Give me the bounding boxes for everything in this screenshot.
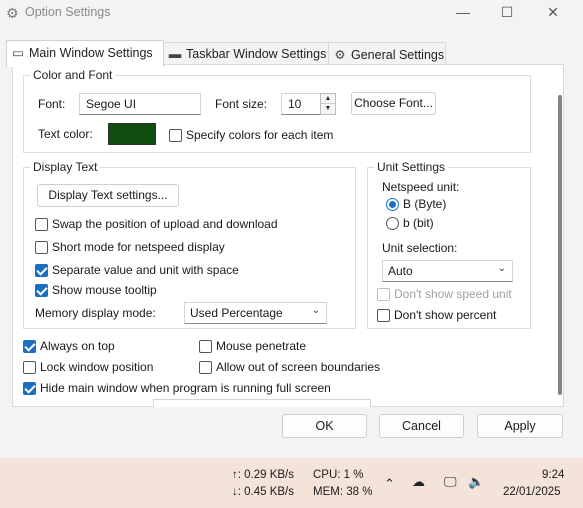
gear-icon: ⚙ [6, 5, 19, 21]
dont-show-speed-unit-checkbox[interactable]: Don't show speed unit [377, 286, 512, 302]
gear-icon: ⚙ [334, 48, 346, 62]
vertical-scrollbar[interactable] [558, 95, 562, 395]
lock-window-position-checkbox[interactable]: Lock window position [23, 359, 153, 375]
checkbox-box[interactable] [199, 339, 212, 353]
ok-button[interactable]: OK [282, 414, 367, 438]
maximize-button[interactable]: ☐ [484, 2, 530, 24]
radio-dot[interactable] [386, 197, 399, 211]
memory-usage: MEM: 38 % [313, 486, 373, 498]
tab-general-settings[interactable]: ⚙ General Settings [328, 42, 446, 66]
font-label: Font: [38, 97, 66, 111]
unit-byte-radio[interactable]: B (Byte) [386, 197, 446, 211]
cancel-button[interactable]: Cancel [379, 414, 464, 438]
spin-up-icon[interactable]: ▲ [321, 94, 335, 104]
unit-selection-select[interactable]: Auto ⌄ [382, 260, 513, 282]
partially-hidden-control [153, 399, 371, 407]
checkbox-box[interactable] [23, 360, 36, 374]
checkbox-box[interactable] [23, 381, 36, 395]
taskbar-icon: ▬ [168, 47, 182, 61]
radio-dot[interactable] [386, 216, 399, 230]
checkbox-box[interactable] [199, 360, 212, 374]
text-color-swatch[interactable] [108, 123, 156, 145]
display-text-group: Display Text Display Text settings... Sw… [23, 160, 356, 329]
font-size-label: Font size: [215, 97, 268, 111]
specify-colors-checkbox[interactable]: Specify colors for each item [169, 127, 333, 143]
font-name-field[interactable]: Segoe UI [79, 93, 201, 115]
tab-panel: Color and Font Font: Segoe UI Font size:… [12, 64, 564, 407]
upload-speed: ↑: 0.29 KB/s [232, 469, 295, 481]
close-button[interactable]: ✕ [530, 2, 576, 24]
group-title: Color and Font [30, 68, 116, 82]
checkbox-box[interactable] [377, 308, 390, 322]
display-text-settings-button[interactable]: Display Text settings... [37, 184, 179, 207]
color-font-group: Color and Font Font: Segoe UI Font size:… [23, 68, 531, 153]
show-mouse-tooltip-checkbox[interactable]: Show mouse tooltip [35, 282, 157, 298]
chevron-down-icon: ⌄ [311, 305, 320, 316]
group-title: Unit Settings [374, 160, 449, 174]
taskbar: ↑: 0.29 KB/s ↓: 0.45 KB/s CPU: 1 % MEM: … [0, 458, 583, 508]
always-on-top-checkbox[interactable]: Always on top [23, 338, 115, 354]
checkbox-box[interactable] [35, 217, 48, 231]
tab-taskbar-window-settings[interactable]: ▬ Taskbar Window Settings [163, 42, 329, 66]
text-color-label: Text color: [38, 127, 93, 141]
mouse-penetrate-checkbox[interactable]: Mouse penetrate [199, 338, 306, 354]
apply-button[interactable]: Apply [477, 414, 563, 438]
swap-upload-download-checkbox[interactable]: Swap the position of upload and download [35, 216, 278, 232]
title-bar: ⚙ Option Settings — ☐ ✕ [0, 0, 583, 30]
choose-font-button[interactable]: Choose Font... [351, 92, 436, 115]
download-speed: ↓: 0.45 KB/s [232, 486, 295, 498]
checkbox-box[interactable] [35, 283, 48, 297]
option-settings-window: ⚙ Option Settings — ☐ ✕ ▭ Main Window Set… [0, 0, 583, 458]
checkbox-box[interactable] [169, 128, 182, 142]
short-mode-checkbox[interactable]: Short mode for netspeed display [35, 239, 225, 255]
hide-main-window-fullscreen-checkbox[interactable]: Hide main window when program is running… [23, 380, 331, 396]
unit-bit-radio[interactable]: b (bit) [386, 216, 434, 230]
window-icon: ▭ [12, 46, 24, 60]
font-size-field[interactable]: 10 [281, 93, 321, 115]
font-size-spinner[interactable]: ▲ ▼ [320, 93, 336, 115]
unit-selection-label: Unit selection: [382, 241, 458, 255]
group-title: Display Text [30, 160, 101, 174]
dont-show-percent-checkbox[interactable]: Don't show percent [377, 307, 496, 323]
chevron-down-icon: ⌄ [497, 263, 506, 274]
netspeed-unit-label: Netspeed unit: [382, 180, 460, 194]
clock-time[interactable]: 9:24 [542, 469, 564, 481]
cpu-usage: CPU: 1 % [313, 469, 364, 481]
checkbox-box[interactable] [35, 263, 48, 277]
speaker-icon[interactable]: 🔈 [468, 474, 484, 490]
memory-display-mode-select[interactable]: Used Percentage ⌄ [184, 302, 327, 324]
allow-out-of-screen-checkbox[interactable]: Allow out of screen boundaries [199, 359, 380, 375]
tab-main-window-settings[interactable]: ▭ Main Window Settings [6, 40, 164, 67]
checkbox-box[interactable] [35, 240, 48, 254]
checkbox-box[interactable] [23, 339, 36, 353]
unit-settings-group: Unit Settings Netspeed unit: B (Byte) b … [367, 160, 531, 329]
window-title: Option Settings [25, 5, 111, 19]
separate-value-unit-checkbox[interactable]: Separate value and unit with space [35, 262, 239, 278]
network-icon[interactable]: 🖵 [444, 474, 457, 490]
memory-display-mode-label: Memory display mode: [35, 306, 156, 320]
chevron-up-icon[interactable]: ⌃ [384, 476, 395, 492]
cloud-offline-icon[interactable]: ☁ [412, 474, 425, 490]
spin-down-icon[interactable]: ▼ [321, 104, 335, 114]
clock-date[interactable]: 22/01/2025 [503, 486, 561, 498]
checkbox-box[interactable] [377, 287, 390, 301]
minimize-button[interactable]: — [440, 2, 486, 24]
